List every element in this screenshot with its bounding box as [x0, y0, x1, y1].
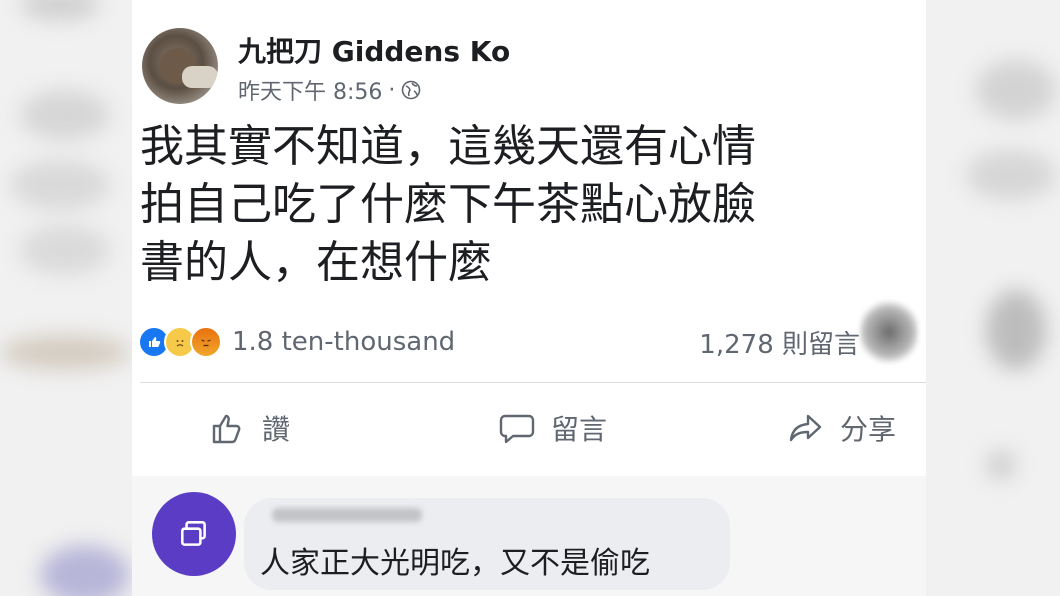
comment-button[interactable]: 留言 [437, 396, 666, 460]
blurred-background-left [0, 0, 132, 596]
blurred-background-right [926, 0, 1060, 596]
post-text: 我其實不知道，這幾天還有心情 拍自己吃了什麼下午茶點心放臉 書的人，在想什麼 [140, 118, 926, 292]
globe-icon [401, 80, 421, 100]
speech-bubble-icon [499, 414, 535, 444]
post-text-line: 書的人，在想什麼 [140, 237, 492, 288]
reactions-summary: 1.8 ten-thousand 1,278 則留言 [138, 300, 918, 364]
divider [140, 382, 926, 383]
post-timestamp[interactable]: 昨天下午 8:56 [238, 74, 382, 106]
post-meta: 昨天下午 8:56 · [238, 74, 421, 106]
facebook-post-card: 九把刀 Giddens Ko 昨天下午 8:56 · 我其實不知道，這幾天還有心… [132, 0, 926, 596]
author-avatar[interactable] [142, 28, 218, 104]
thumbs-up-icon [212, 414, 241, 444]
commenter-name-blurred [272, 508, 422, 522]
comment-bubble[interactable]: 人家正大光明吃，又不是偷吃 [244, 498, 730, 590]
share-button[interactable]: 分享 [667, 396, 926, 460]
author-name[interactable]: 九把刀 Giddens Ko [238, 30, 510, 70]
reaction-count[interactable]: 1.8 ten-thousand [232, 327, 455, 357]
post-actions: 讚 留言 分享 [132, 396, 926, 460]
post-text-line: 我其實不知道，這幾天還有心情 [140, 121, 756, 172]
comment-label: 留言 [550, 413, 607, 446]
blur-smudge [860, 300, 918, 364]
comment-text: 人家正大光明吃，又不是偷吃 [260, 546, 650, 581]
comment-count[interactable]: 1,278 則留言 [699, 324, 860, 361]
share-label: 分享 [839, 413, 896, 446]
copy-icon [181, 521, 206, 546]
commenter-avatar[interactable] [152, 492, 236, 576]
share-arrow-icon [789, 414, 822, 442]
meta-separator: · [388, 77, 396, 103]
like-button[interactable]: 讚 [132, 396, 437, 460]
angry-icon[interactable] [190, 326, 222, 358]
like-label: 讚 [262, 413, 291, 446]
post-text-line: 拍自己吃了什麼下午茶點心放臉 [140, 179, 756, 230]
comment-section: 人家正大光明吃，又不是偷吃 [132, 476, 926, 596]
